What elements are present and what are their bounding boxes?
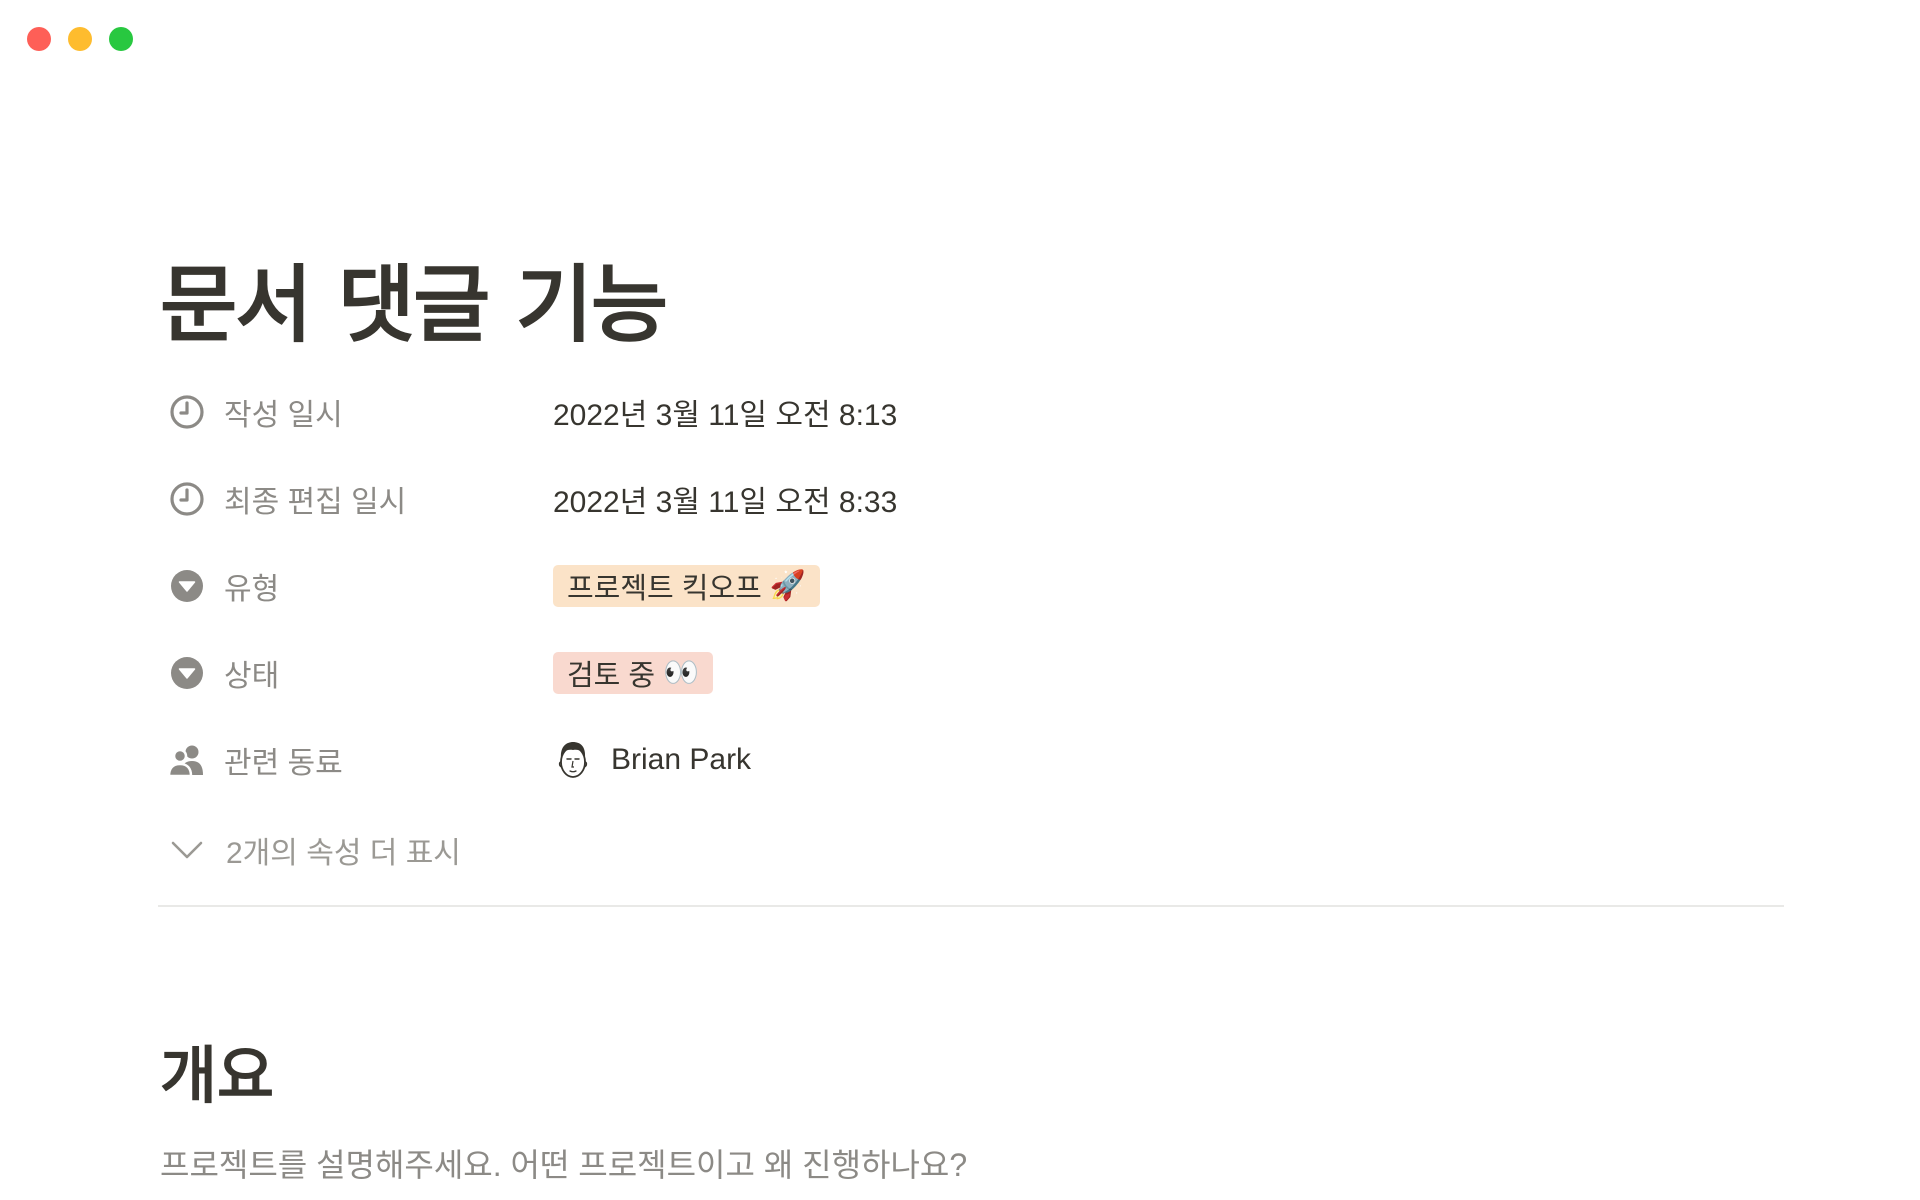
property-name[interactable]: 유형: [158, 556, 553, 616]
property-type[interactable]: 유형 프로젝트 킥오프 🚀: [158, 556, 1778, 616]
property-value[interactable]: 검토 중 👀: [553, 643, 714, 703]
property-created-time[interactable]: 작성 일시 2022년 3월 11일 오전 8:13: [158, 382, 1778, 442]
property-label: 작성 일시: [224, 399, 343, 432]
close-window-button[interactable]: [27, 27, 51, 51]
chevron-down-icon: [168, 831, 206, 869]
status-tag[interactable]: 검토 중 👀: [553, 652, 714, 694]
property-label: 관련 동료: [224, 747, 343, 780]
people-icon: [168, 741, 206, 779]
clock-icon: [168, 393, 206, 431]
property-name[interactable]: 최종 편집 일시: [158, 469, 553, 529]
select-icon: [168, 654, 206, 692]
property-value[interactable]: 2022년 3월 11일 오전 8:13: [553, 382, 897, 442]
property-name[interactable]: 관련 동료: [158, 730, 553, 790]
person-chip[interactable]: Brian Park: [553, 738, 751, 782]
minimize-window-button[interactable]: [68, 27, 92, 51]
property-value[interactable]: Brian Park: [553, 730, 751, 790]
avatar: [558, 742, 588, 778]
property-status[interactable]: 상태 검토 중 👀: [158, 643, 1778, 703]
notion-window: 문서 댓글 기능 작성 일시 2022년 3월 11일 오전 8:13 최종 편…: [0, 0, 1920, 1200]
clock-icon: [168, 480, 206, 518]
property-label: 유형: [224, 573, 280, 606]
property-last-edited-time[interactable]: 최종 편집 일시 2022년 3월 11일 오전 8:33: [158, 469, 1778, 529]
rocket-icon: 🚀: [769, 570, 806, 602]
placeholder-paragraph[interactable]: 프로젝트를 설명해주세요. 어떤 프로젝트이고 왜 진행하나요?: [160, 1140, 967, 1186]
type-tag[interactable]: 프로젝트 킥오프 🚀: [553, 565, 820, 607]
section-heading[interactable]: 개요: [160, 1025, 274, 1115]
show-more-properties-button[interactable]: 2개의 속성 더 표시: [158, 820, 461, 880]
show-more-label: 2개의 속성 더 표시: [226, 837, 461, 870]
select-icon: [168, 567, 206, 605]
person-name: Brian Park: [611, 743, 752, 776]
maximize-window-button[interactable]: [109, 27, 133, 51]
property-name[interactable]: 작성 일시: [158, 382, 553, 442]
tag-label: 프로젝트 킥오프: [567, 573, 762, 605]
divider: [158, 905, 1784, 907]
property-label: 최종 편집 일시: [224, 486, 407, 519]
eyes-icon: 👀: [663, 657, 700, 689]
property-value[interactable]: 프로젝트 킥오프 🚀: [553, 556, 820, 616]
property-label: 상태: [224, 660, 280, 693]
property-name[interactable]: 상태: [158, 643, 553, 703]
page-title[interactable]: 문서 댓글 기능: [160, 238, 668, 359]
property-value[interactable]: 2022년 3월 11일 오전 8:33: [553, 469, 897, 529]
property-related-people[interactable]: 관련 동료 Brian Park: [158, 730, 1778, 790]
tag-label: 검토 중: [567, 660, 656, 692]
window-controls: [27, 27, 133, 51]
